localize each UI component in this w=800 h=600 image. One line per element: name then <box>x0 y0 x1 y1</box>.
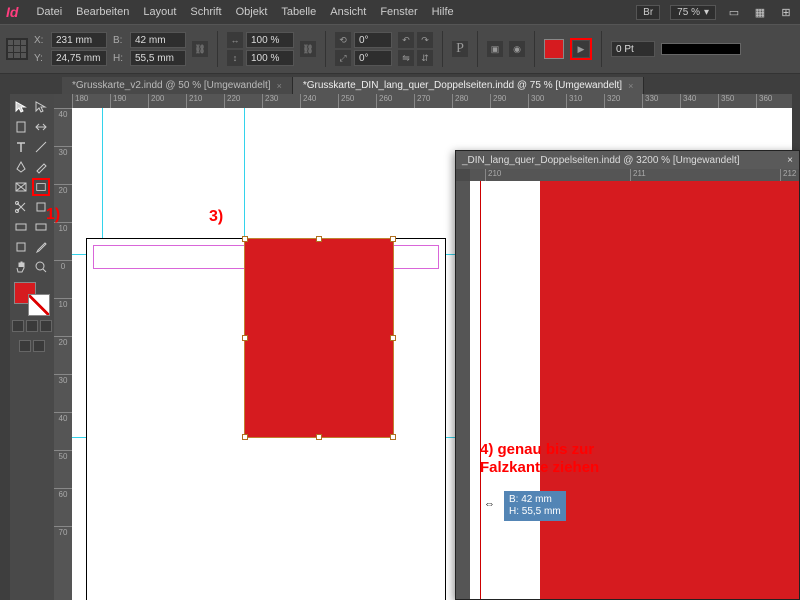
floating-window[interactable]: _DIN_lang_quer_Doppelseiten.indd @ 3200 … <box>455 150 800 600</box>
zoom-dropdown[interactable]: 75 % ▾ <box>670 5 716 20</box>
screen-mode-icon[interactable]: ▭ <box>726 4 742 20</box>
close-icon[interactable]: × <box>787 155 793 166</box>
rectangle-tool[interactable] <box>32 178 50 196</box>
arrange-icon[interactable]: ⊞ <box>778 4 794 20</box>
stroke-style-dropdown[interactable] <box>661 43 741 55</box>
stroke-weight-input[interactable] <box>611 41 655 57</box>
bridge-button[interactable]: Br <box>636 5 660 20</box>
doc-tab-1[interactable]: *Grusskarte_v2.indd @ 50 % [Umgewandelt]… <box>62 77 293 94</box>
scale-y-icon: ↕ <box>227 50 243 66</box>
apply-gradient-icon[interactable] <box>26 320 38 332</box>
menu-datei[interactable]: Datei <box>36 6 62 18</box>
floating-ruler: 210 211 212 <box>470 169 799 181</box>
x-label: X: <box>34 35 48 46</box>
menu-fenster[interactable]: Fenster <box>380 6 417 18</box>
tooltip-width: B: 42 mm <box>509 494 561 506</box>
page-tool[interactable] <box>12 118 30 136</box>
constrain-wh-icon[interactable]: ⛓ <box>192 41 208 57</box>
close-icon[interactable]: × <box>277 81 282 91</box>
floating-canvas[interactable]: 4) genau bis zur Falzkante ziehen ⇔ B: 4… <box>470 181 799 599</box>
ruler-vertical: 40302010010203040506070 <box>54 108 72 600</box>
gradient-tool[interactable] <box>12 218 30 236</box>
apply-fill-button[interactable]: ▶ <box>573 41 589 57</box>
fill-stroke-swatch[interactable] <box>12 282 52 316</box>
line-tool[interactable] <box>32 138 50 156</box>
flip-h-icon[interactable]: ⇋ <box>398 50 414 66</box>
hand-tool[interactable] <box>12 258 30 276</box>
pen-tool[interactable] <box>12 158 30 176</box>
normal-mode-icon[interactable] <box>19 340 31 352</box>
fill-swatch[interactable] <box>544 39 564 59</box>
h-label: H: <box>113 53 127 64</box>
scale-x-icon: ↔ <box>227 32 243 48</box>
doc-tab-2-label: *Grusskarte_DIN_lang_quer_Doppelseiten.i… <box>303 80 622 91</box>
direct-selection-tool[interactable] <box>32 98 50 116</box>
gap-tool[interactable] <box>32 118 50 136</box>
shear-icon: ⤢ <box>335 50 351 66</box>
gradient-feather-tool[interactable] <box>32 218 50 236</box>
height-input[interactable] <box>130 50 186 66</box>
eyedropper-tool[interactable] <box>32 238 50 256</box>
doc-tab-1-label: *Grusskarte_v2.indd @ 50 % [Umgewandelt] <box>72 80 271 91</box>
shear-input[interactable] <box>354 50 392 66</box>
scissors-tool[interactable] <box>12 198 30 216</box>
control-bar: X: Y: B: H: ⛓ ↔ ↕ ⛓ ⟲ ⤢ ↶↷ ⇋⇵ P ▣ ◉ ▶ <box>0 24 800 74</box>
tooltip-height: H: 55,5 mm <box>509 506 561 518</box>
selection-tool[interactable] <box>12 98 30 116</box>
size-tooltip: B: 42 mm H: 55,5 mm <box>504 491 566 521</box>
menu-schrift[interactable]: Schrift <box>190 6 221 18</box>
w-label: B: <box>113 35 127 46</box>
document-tab-bar: *Grusskarte_v2.indd @ 50 % [Umgewandelt]… <box>0 74 800 94</box>
flip-v-icon[interactable]: ⇵ <box>417 50 433 66</box>
toolbox <box>10 94 54 600</box>
menu-ansicht[interactable]: Ansicht <box>330 6 366 18</box>
menu-bearbeiten[interactable]: Bearbeiten <box>76 6 129 18</box>
menu-layout[interactable]: Layout <box>143 6 176 18</box>
select-container-icon[interactable]: ▣ <box>487 41 503 57</box>
select-content-icon[interactable]: ◉ <box>509 41 525 57</box>
rotate-cw-icon[interactable]: ↷ <box>417 32 433 48</box>
free-transform-tool[interactable] <box>32 198 50 216</box>
menu-bar: Id Datei Bearbeiten Layout Schrift Objek… <box>0 0 800 24</box>
rotate-icon: ⟲ <box>335 32 351 48</box>
doc-tab-2[interactable]: *Grusskarte_DIN_lang_quer_Doppelseiten.i… <box>293 77 644 94</box>
scale-y-input[interactable] <box>246 50 294 66</box>
preview-mode-icon[interactable] <box>33 340 45 352</box>
type-tool[interactable] <box>12 138 30 156</box>
left-gutter <box>0 94 10 600</box>
view-options-icon[interactable]: ▦ <box>752 4 768 20</box>
note-tool[interactable] <box>12 238 30 256</box>
y-label: Y: <box>34 53 48 64</box>
menu-objekt[interactable]: Objekt <box>236 6 268 18</box>
resize-cursor-icon: ⇔ <box>484 498 495 510</box>
selection-frame[interactable] <box>244 238 394 438</box>
app-icon: Id <box>6 4 18 20</box>
apply-none-icon[interactable] <box>40 320 52 332</box>
zoom-value: 75 % <box>677 7 700 18</box>
rotate-ccw-icon[interactable]: ↶ <box>398 32 414 48</box>
rectangle-frame-tool[interactable] <box>12 178 30 196</box>
scale-x-input[interactable] <box>246 32 294 48</box>
width-input[interactable] <box>130 32 186 48</box>
reference-point-grid[interactable] <box>6 38 28 60</box>
x-input[interactable] <box>51 32 107 48</box>
apply-color-icon[interactable] <box>12 320 24 332</box>
floating-window-title: _DIN_lang_quer_Doppelseiten.indd @ 3200 … <box>462 155 740 166</box>
zoom-tool[interactable] <box>32 258 50 276</box>
y-input[interactable] <box>51 50 107 66</box>
close-icon[interactable]: × <box>628 81 633 91</box>
pencil-tool[interactable] <box>32 158 50 176</box>
char-panel-icon[interactable]: P <box>452 41 468 57</box>
constrain-scale-icon[interactable]: ⛓ <box>300 41 316 57</box>
menu-tabelle[interactable]: Tabelle <box>281 6 316 18</box>
menu-hilfe[interactable]: Hilfe <box>432 6 454 18</box>
ruler-horizontal: 1801902002102202302402502602702802903003… <box>72 94 792 108</box>
floating-window-titlebar[interactable]: _DIN_lang_quer_Doppelseiten.indd @ 3200 … <box>456 151 799 169</box>
rotate-input[interactable] <box>354 32 392 48</box>
